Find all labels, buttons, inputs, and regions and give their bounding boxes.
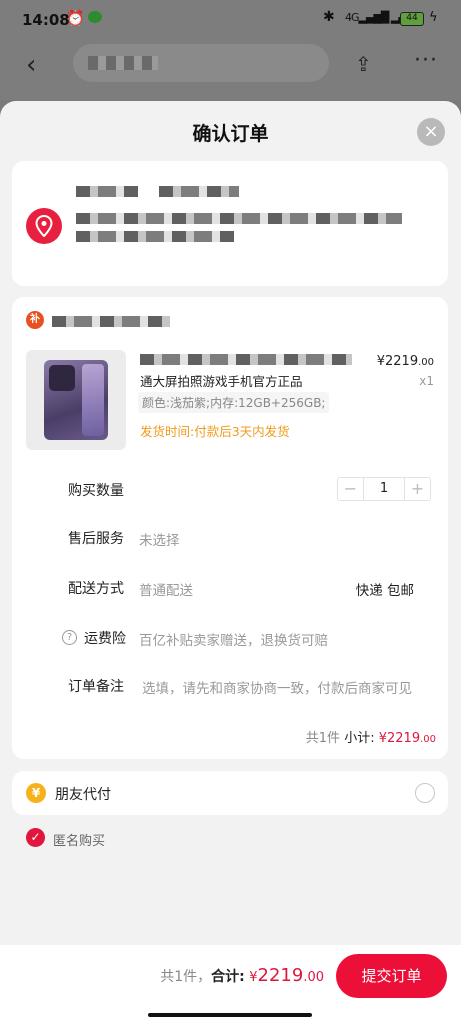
delivery-value: 普通配送 xyxy=(139,583,193,599)
anonymous-checkbox[interactable]: ✓ xyxy=(26,828,45,847)
product-price: ¥2219.00 xyxy=(376,354,434,369)
shipping-insurance-value: 百亿补贴卖家赠送，退换货可赔 xyxy=(139,633,328,649)
friend-pay-label: 朋友代付 xyxy=(55,787,111,803)
location-pin-icon xyxy=(26,208,62,244)
after-sale-value[interactable]: 未选择 xyxy=(139,529,180,549)
order-note-input[interactable]: 选填，请先和商家协商一致，付款后商家可见 xyxy=(142,677,412,697)
subtotal: 共1件 小计: ¥2219.00 xyxy=(305,731,436,746)
phone-illustration xyxy=(44,360,108,440)
back-icon[interactable]: ‹ xyxy=(26,50,36,80)
confirm-order-sheet: 确认订单 × 补 通大屏拍照游戏手机官方正品 颜色:浅茄紫;内存:12GB+25… xyxy=(0,101,461,1024)
phone-screen xyxy=(82,364,104,436)
wechat-icon xyxy=(88,11,102,23)
delivery-label: 配送方式 xyxy=(68,581,124,597)
quantity-value[interactable]: 1 xyxy=(364,478,404,500)
more-icon[interactable]: ··· xyxy=(414,48,438,73)
yen-icon: ¥ xyxy=(26,783,46,803)
bottom-bar: 共1件，合计: ¥2219.00 提交订单 xyxy=(0,945,461,1024)
submit-order-button[interactable]: 提交订单 xyxy=(336,954,447,998)
address-line2-blurred xyxy=(76,231,234,242)
product-image[interactable] xyxy=(26,350,126,450)
shipping-insurance-label: 运费险 xyxy=(84,631,126,647)
product-name-blurred xyxy=(140,354,352,365)
decrease-button[interactable]: − xyxy=(338,478,364,500)
address-line-blurred xyxy=(76,213,402,224)
status-bar: 14:08 ⏰ ✱ 4G▂▄▆█ ▂▄▆ 44 ϟ xyxy=(0,0,461,40)
product-name: 通大屏拍照游戏手机官方正品 xyxy=(140,374,303,389)
sheet-title: 确认订单 xyxy=(192,123,269,145)
anonymous-label: 匿名购买 xyxy=(53,834,106,849)
bluetooth-icon: ✱ xyxy=(323,9,335,25)
delivery-method: 快递 包邮 xyxy=(355,583,414,599)
shop-name-blurred xyxy=(52,316,170,327)
increase-button[interactable]: + xyxy=(404,478,430,500)
recipient-name-blurred xyxy=(76,186,138,197)
charging-icon: ϟ xyxy=(429,10,438,25)
background-nav: ‹ ⇪ ··· xyxy=(0,40,461,100)
order-note-label: 订单备注 xyxy=(68,679,124,695)
order-total: 共1件，合计: ¥2219.00 xyxy=(160,965,324,986)
product-spec[interactable]: 颜色:浅茄紫;内存:12GB+256GB; xyxy=(138,392,330,413)
order-card: 补 通大屏拍照游戏手机官方正品 颜色:浅茄紫;内存:12GB+256GB; 发货… xyxy=(12,297,448,759)
help-icon[interactable]: ? xyxy=(62,630,77,645)
quantity-label: 购买数量 xyxy=(68,483,124,499)
share-icon[interactable]: ⇪ xyxy=(355,52,372,76)
product-quantity: x1 xyxy=(419,374,434,388)
shipping-time: 发货时间:付款后3天内发货 xyxy=(140,424,290,439)
alarm-icon: ⏰ xyxy=(66,9,85,27)
close-icon[interactable]: × xyxy=(417,118,445,146)
recipient-phone-blurred xyxy=(159,186,239,197)
status-time: 14:08 xyxy=(22,11,70,29)
after-sale-label: 售后服务 xyxy=(68,531,124,547)
search-text-blurred xyxy=(88,56,158,70)
camera-module xyxy=(49,365,75,391)
friend-pay-radio[interactable] xyxy=(415,783,435,803)
battery-icon: 44 xyxy=(400,12,424,26)
subsidy-badge-icon: 补 xyxy=(26,311,44,329)
friend-pay-card[interactable]: ¥ 朋友代付 xyxy=(12,771,448,815)
home-indicator[interactable] xyxy=(148,1013,312,1017)
quantity-stepper[interactable]: − 1 + xyxy=(337,477,431,501)
address-card[interactable] xyxy=(12,161,448,286)
